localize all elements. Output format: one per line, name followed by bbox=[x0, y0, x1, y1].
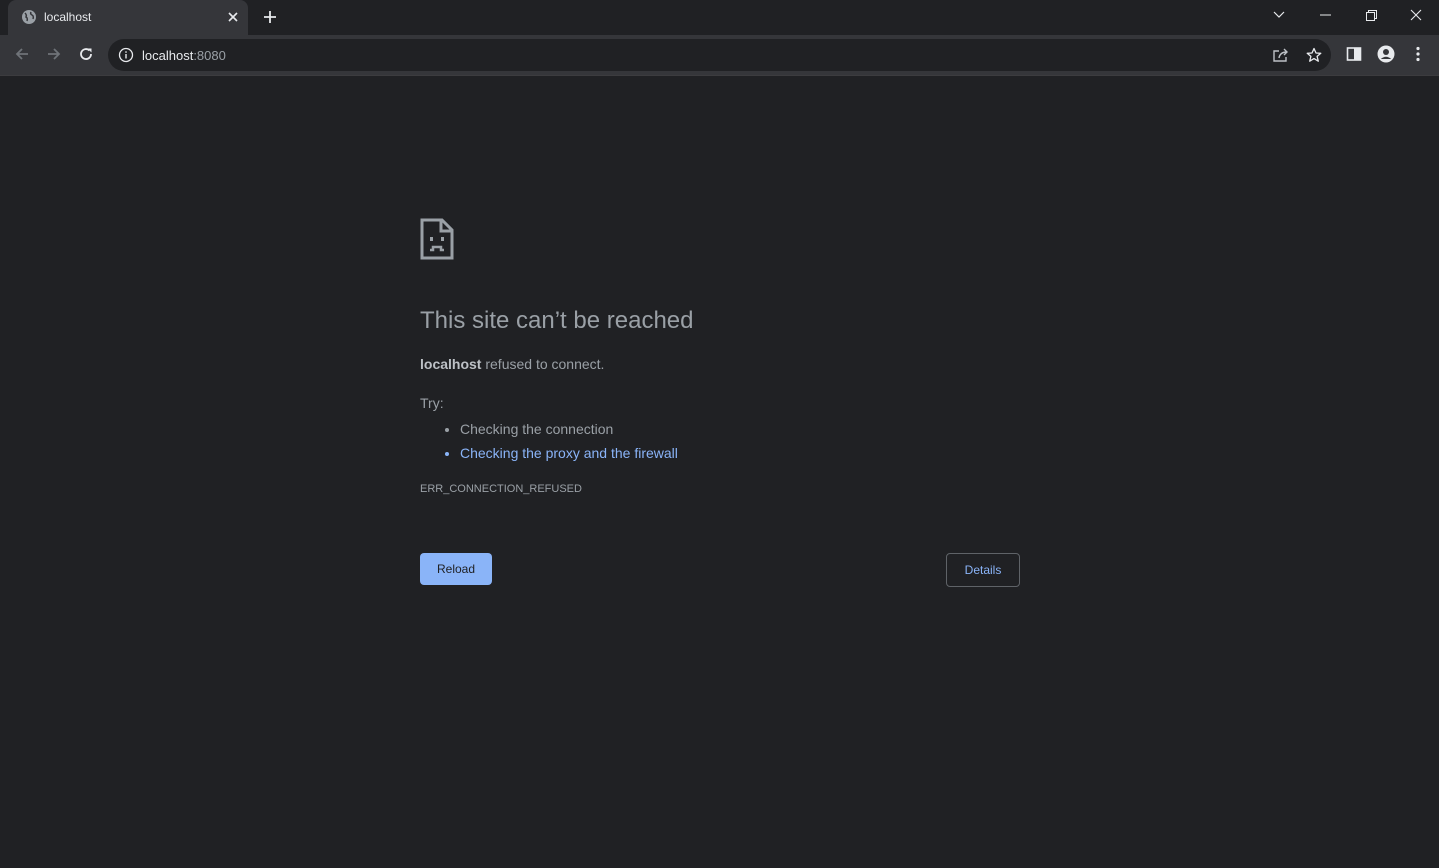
share-button[interactable] bbox=[1271, 45, 1291, 65]
browser-toolbar: localhost:8080 bbox=[0, 35, 1439, 76]
url-port: :8080 bbox=[193, 48, 226, 63]
reload-icon bbox=[80, 48, 92, 60]
sad-page-icon bbox=[420, 218, 454, 260]
plus-icon bbox=[264, 11, 276, 23]
window-close-button[interactable] bbox=[1393, 0, 1439, 30]
error-code: ERR_CONNECTION_REFUSED bbox=[420, 483, 582, 495]
bookmark-button[interactable] bbox=[1304, 45, 1324, 65]
address-bar[interactable]: localhost:8080 bbox=[108, 39, 1331, 71]
globe-icon bbox=[22, 10, 36, 24]
arrow-left-icon bbox=[15, 48, 28, 60]
profile-button[interactable] bbox=[1372, 40, 1400, 68]
share-icon bbox=[1273, 48, 1288, 62]
url-text[interactable]: localhost:8080 bbox=[142, 48, 226, 63]
error-host: localhost bbox=[420, 356, 482, 372]
error-summary: localhost refused to connect. bbox=[420, 356, 604, 372]
suggestion-check-connection: Checking the connection bbox=[460, 421, 614, 437]
details-button[interactable]: Details bbox=[946, 553, 1020, 587]
chevron-down-icon bbox=[1273, 11, 1285, 18]
new-tab-button[interactable] bbox=[257, 4, 283, 30]
try-label: Try: bbox=[420, 395, 444, 411]
kebab-menu-icon bbox=[1416, 46, 1420, 62]
back-button[interactable] bbox=[8, 40, 36, 68]
star-icon bbox=[1306, 47, 1322, 62]
tab-localhost[interactable]: localhost bbox=[8, 0, 248, 35]
tab-title: localhost bbox=[44, 10, 92, 24]
info-icon[interactable] bbox=[118, 47, 134, 63]
error-summary-text: refused to connect. bbox=[481, 356, 605, 372]
minimize-icon bbox=[1319, 14, 1331, 16]
side-panel-button[interactable] bbox=[1340, 40, 1368, 68]
proxy-firewall-link[interactable]: Checking the proxy and the firewall bbox=[460, 445, 678, 461]
menu-button[interactable] bbox=[1404, 40, 1432, 68]
minimize-button[interactable] bbox=[1302, 0, 1348, 30]
url-host: localhost bbox=[142, 48, 194, 63]
restore-button[interactable] bbox=[1348, 0, 1394, 30]
tab-search-button[interactable] bbox=[1256, 0, 1302, 30]
suggestion-item: Checking the proxy and the firewall bbox=[460, 441, 678, 465]
reload-button[interactable]: Reload bbox=[420, 553, 492, 585]
close-icon bbox=[228, 12, 238, 22]
forward-button[interactable] bbox=[40, 40, 68, 68]
side-panel-icon bbox=[1346, 47, 1362, 61]
close-icon bbox=[1410, 9, 1422, 21]
suggestion-list: Checking the connection Checking the pro… bbox=[420, 417, 678, 465]
tab-close-button[interactable] bbox=[224, 8, 242, 26]
reload-toolbar-button[interactable] bbox=[72, 40, 100, 68]
restore-icon bbox=[1365, 9, 1377, 21]
error-page: This site can’t be reached localhost ref… bbox=[0, 77, 1439, 868]
suggestion-item: Checking the connection bbox=[460, 417, 678, 441]
arrow-right-icon bbox=[48, 48, 61, 60]
profile-icon bbox=[1377, 45, 1395, 63]
error-title: This site can’t be reached bbox=[420, 307, 694, 334]
tab-strip: localhost bbox=[0, 0, 1439, 35]
